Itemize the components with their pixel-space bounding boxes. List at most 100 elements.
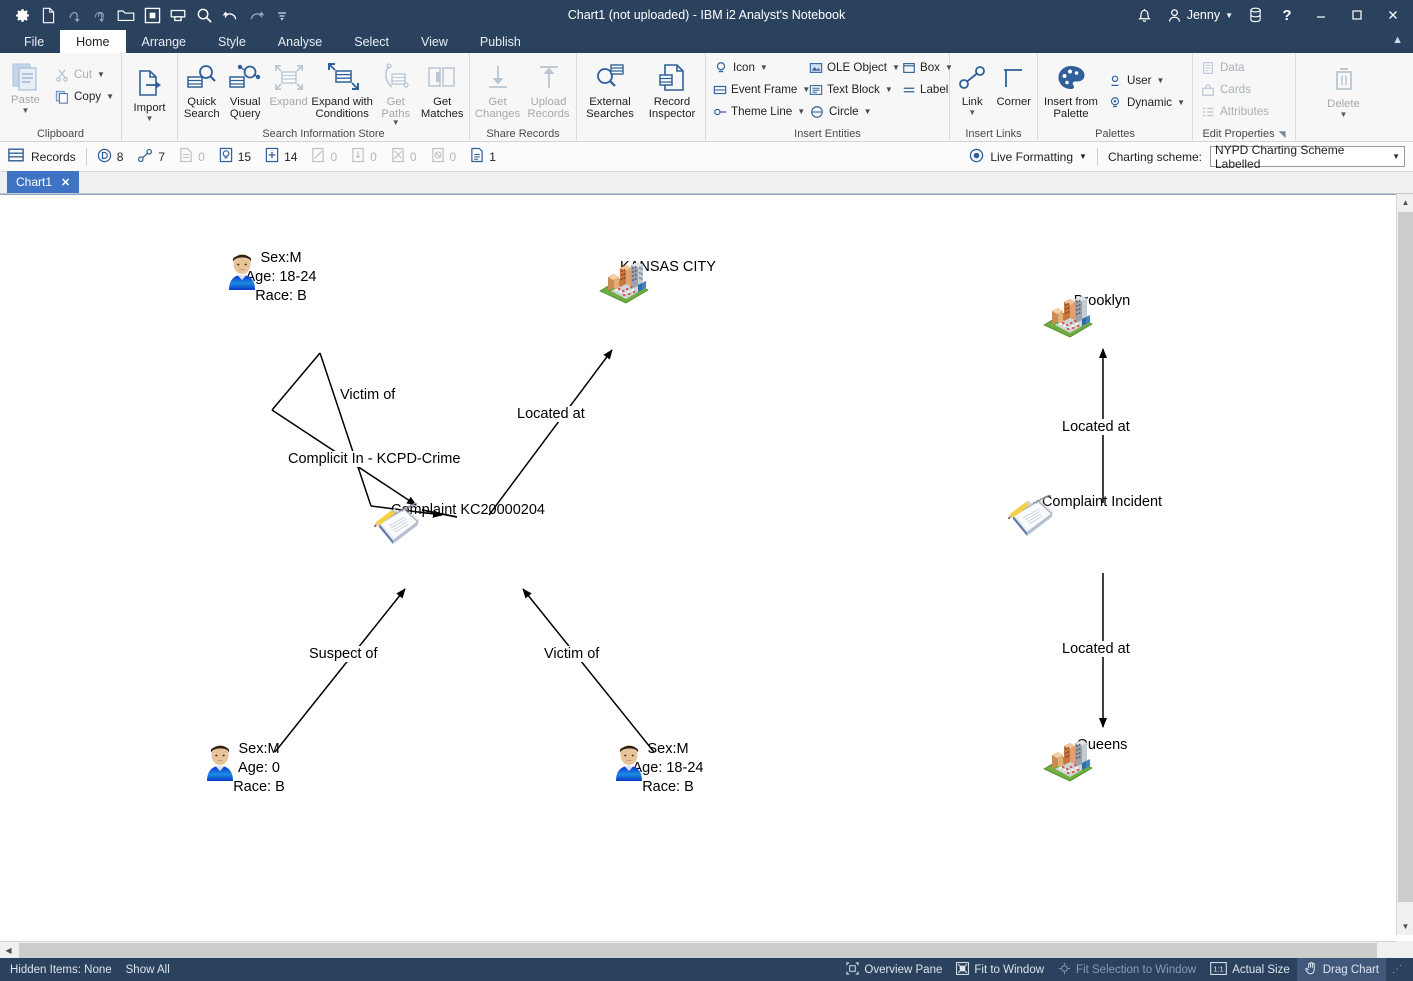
link-victim-of-top[interactable] bbox=[320, 353, 442, 515]
link-label-located-at-brooklyn[interactable]: Located at bbox=[1060, 419, 1132, 435]
tab-view[interactable]: View bbox=[405, 30, 464, 53]
close-icon[interactable]: ✕ bbox=[61, 176, 70, 189]
dynamic-palette-button[interactable]: Dynamic ▼ bbox=[1102, 92, 1190, 113]
count-link-records[interactable]: 7 bbox=[137, 148, 165, 166]
search-icon[interactable] bbox=[192, 3, 216, 27]
chart-node-person-bottom-right[interactable]: Sex:M Age: 18-24 Race: B bbox=[608, 739, 728, 797]
collapse-ribbon-icon[interactable]: ▲ bbox=[1392, 34, 1403, 46]
theme-line-button[interactable]: Theme Line ▼ bbox=[708, 101, 804, 122]
edit-properties-dialog-launcher-icon[interactable]: ◥ bbox=[1279, 129, 1286, 139]
scroll-up-arrow-icon[interactable]: ▲ bbox=[1397, 194, 1413, 211]
drag-chart-button[interactable]: Drag Chart bbox=[1297, 958, 1386, 981]
vertical-scroll-thumb[interactable] bbox=[1398, 212, 1413, 902]
copy-button[interactable]: Copy ▼ bbox=[49, 86, 119, 107]
text-block-button[interactable]: Text Block ▼ bbox=[804, 79, 897, 100]
link-located-at-kansas-city[interactable] bbox=[489, 350, 612, 515]
chart-canvas-area[interactable]: Sex:M Age: 18-24 Race: B bbox=[0, 194, 1413, 958]
chart-node-person-bottom-left[interactable]: Sex:M Age: 0 Race: B bbox=[199, 739, 319, 797]
customize-qat-icon[interactable] bbox=[270, 3, 294, 27]
settings-icon[interactable] bbox=[10, 3, 34, 27]
paste-button[interactable]: Paste ▼ bbox=[2, 57, 49, 114]
link-label-complicit-in[interactable]: Complicit In - KCPD-Crime bbox=[286, 451, 462, 467]
tab-arrange[interactable]: Arrange bbox=[126, 30, 202, 53]
quick-search-button[interactable]: Quick Search bbox=[180, 59, 223, 121]
tab-select[interactable]: Select bbox=[338, 30, 405, 53]
overview-pane-button[interactable]: Overview Pane bbox=[839, 958, 949, 981]
visual-query-button[interactable]: Visual Query bbox=[223, 59, 266, 121]
get-paths-button[interactable]: Get Paths ▼ bbox=[374, 59, 417, 126]
chart-node-queens[interactable]: Queens bbox=[1042, 735, 1162, 755]
link-label-victim-of-top[interactable]: Victim of bbox=[338, 387, 397, 403]
count-downloaded-records[interactable]: 0 bbox=[351, 147, 377, 166]
print-icon[interactable] bbox=[166, 3, 190, 27]
attributes-button[interactable]: Attributes bbox=[1195, 101, 1274, 122]
link-suspect-of[interactable] bbox=[275, 589, 405, 752]
count-document-records[interactable]: 0 bbox=[179, 147, 205, 166]
redo-icon[interactable] bbox=[244, 3, 268, 27]
count-new-records[interactable]: 14 bbox=[265, 147, 297, 166]
tab-analyse[interactable]: Analyse bbox=[262, 30, 338, 53]
link-label-suspect-of[interactable]: Suspect of bbox=[307, 646, 380, 662]
count-alert-records[interactable]: 15 bbox=[219, 147, 251, 166]
expand-button[interactable]: Expand bbox=[267, 59, 310, 109]
tab-file[interactable]: File bbox=[8, 30, 60, 53]
corner-button[interactable]: Corner bbox=[993, 59, 1035, 109]
vertical-scrollbar[interactable]: ▲ ▼ bbox=[1396, 194, 1413, 935]
records-button[interactable]: Records bbox=[8, 148, 76, 165]
get-changes-button[interactable]: Get Changes bbox=[472, 59, 523, 121]
live-formatting-button[interactable]: Live Formatting ▼ bbox=[969, 148, 1087, 166]
chart-node-brooklyn[interactable]: Brooklyn bbox=[1042, 291, 1162, 311]
scroll-left-arrow-icon[interactable]: ◀ bbox=[0, 942, 17, 959]
upload-records-button[interactable]: Upload Records bbox=[523, 59, 574, 121]
insert-icon-button[interactable]: Icon ▼ bbox=[708, 57, 804, 78]
label-button[interactable]: Label bbox=[897, 79, 952, 100]
circle-button[interactable]: Circle ▼ bbox=[804, 101, 897, 122]
chart-node-person-top-left[interactable]: Sex:M Age: 18-24 Race: B bbox=[221, 248, 341, 306]
chart-canvas[interactable]: Sex:M Age: 18-24 Race: B bbox=[2, 197, 1388, 932]
external-searches-button[interactable]: External Searches bbox=[579, 59, 641, 121]
undo-redo-down-icon[interactable] bbox=[62, 3, 86, 27]
count-local-records[interactable]: 1 bbox=[470, 147, 496, 166]
get-matches-button[interactable]: Get Matches bbox=[417, 59, 467, 121]
horizontal-scroll-thumb[interactable] bbox=[19, 943, 1377, 958]
link-button[interactable]: Link ▼ bbox=[952, 59, 993, 116]
undo-icon[interactable] bbox=[218, 3, 242, 27]
chart-node-complaint-kc[interactable]: Complaint KC20000204 bbox=[368, 500, 568, 520]
fit-to-window-button[interactable]: Fit to Window bbox=[949, 958, 1051, 981]
maximize-button[interactable] bbox=[1339, 0, 1375, 30]
insert-from-palette-button[interactable]: Insert from Palette bbox=[1040, 59, 1102, 121]
tab-style[interactable]: Style bbox=[202, 30, 262, 53]
link-victim-of-bottom[interactable] bbox=[523, 589, 654, 752]
import-button[interactable]: Import ▼ bbox=[124, 65, 175, 122]
tab-home[interactable]: Home bbox=[60, 30, 125, 53]
close-button[interactable] bbox=[1375, 0, 1411, 30]
link-complicit-in[interactable] bbox=[272, 353, 457, 517]
horizontal-scrollbar[interactable]: ◀ bbox=[0, 941, 1396, 958]
notifications-bell-icon[interactable] bbox=[1129, 0, 1161, 30]
resize-grip-icon[interactable]: ⋰ bbox=[1386, 964, 1409, 975]
tab-publish[interactable]: Publish bbox=[464, 30, 537, 53]
event-frame-button[interactable]: Event Frame ▼ bbox=[708, 79, 804, 100]
database-icon[interactable] bbox=[1239, 0, 1271, 30]
link-label-located-at-queens[interactable]: Located at bbox=[1060, 641, 1132, 657]
count-changed-records[interactable]: 0 bbox=[391, 147, 417, 166]
cards-button[interactable]: Cards bbox=[1195, 79, 1274, 100]
ole-object-button[interactable]: OLE Object ▼ bbox=[804, 57, 897, 78]
fit-selection-to-window-button[interactable]: Fit Selection to Window bbox=[1051, 958, 1203, 981]
new-chart-icon[interactable] bbox=[36, 3, 60, 27]
show-all-link[interactable]: Show All bbox=[126, 964, 170, 976]
count-entity-records[interactable]: 8 bbox=[97, 148, 124, 166]
user-palette-button[interactable]: User ▼ bbox=[1102, 70, 1190, 91]
link-label-victim-of-bottom[interactable]: Victim of bbox=[542, 646, 601, 662]
data-button[interactable]: Data bbox=[1195, 57, 1274, 78]
count-deleted-records[interactable]: 0 bbox=[431, 147, 457, 166]
minimize-button[interactable] bbox=[1303, 0, 1339, 30]
expand-with-conditions-button[interactable]: Expand with Conditions bbox=[310, 59, 374, 121]
help-icon[interactable]: ? bbox=[1271, 0, 1303, 30]
delete-button[interactable]: Delete ▼ bbox=[1316, 61, 1372, 118]
box-button[interactable]: Box ▼ bbox=[897, 57, 952, 78]
cut-button[interactable]: Cut ▼ bbox=[49, 64, 119, 85]
chart-tab-chart1[interactable]: Chart1 ✕ bbox=[7, 171, 79, 193]
redo-multi-icon[interactable] bbox=[88, 3, 112, 27]
chart-node-complaint-incident[interactable]: Complaint Incident bbox=[1002, 492, 1202, 512]
